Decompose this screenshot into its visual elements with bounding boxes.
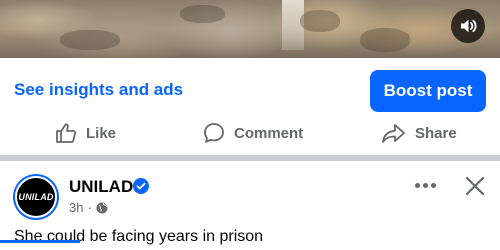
globe-icon — [96, 202, 108, 213]
reaction-bar: Like Comment Share — [0, 118, 500, 148]
see-insights-link[interactable]: See insights and ads — [14, 80, 183, 100]
share-arrow-icon — [382, 124, 405, 143]
video-rock — [180, 5, 225, 23]
like-button[interactable]: Like — [54, 120, 116, 146]
dot — [430, 182, 436, 188]
page-name[interactable]: UNILAD — [69, 177, 133, 197]
video-rock — [60, 30, 120, 50]
post-time[interactable]: 3h — [69, 200, 83, 215]
boost-post-button[interactable]: Boost post — [370, 70, 486, 112]
sound-toggle-button[interactable] — [451, 9, 485, 43]
post-meta: 3h · — [69, 200, 108, 215]
post-admin-actions: See insights and ads Boost post — [0, 70, 500, 114]
comment-bubble-icon — [204, 123, 224, 143]
comment-label: Comment — [234, 124, 304, 142]
dot — [414, 182, 420, 188]
video-rock — [360, 28, 410, 52]
like-label: Like — [86, 124, 117, 142]
close-icon[interactable] — [462, 173, 488, 199]
share-label: Share — [415, 124, 457, 142]
avatar-logo-text: UNILAD — [18, 192, 54, 202]
dot — [422, 182, 428, 188]
video-rock — [300, 10, 340, 32]
meta-separator: · — [87, 200, 92, 215]
avatar[interactable]: UNILAD — [13, 174, 59, 220]
more-options-button[interactable] — [410, 173, 440, 197]
post-video[interactable] — [0, 0, 500, 58]
thumbs-up-icon — [56, 123, 77, 143]
share-button[interactable]: Share — [381, 120, 457, 146]
verified-badge-icon — [133, 178, 149, 194]
avatar-logo: UNILAD — [15, 176, 57, 218]
post-header: UNILAD UNILAD 3h · She could be facing y… — [0, 161, 500, 250]
post-caption: She could be facing years in prison — [14, 228, 264, 245]
comment-button[interactable]: Comment — [202, 120, 303, 146]
tab-indicator — [0, 240, 80, 243]
speaker-icon — [461, 19, 477, 33]
